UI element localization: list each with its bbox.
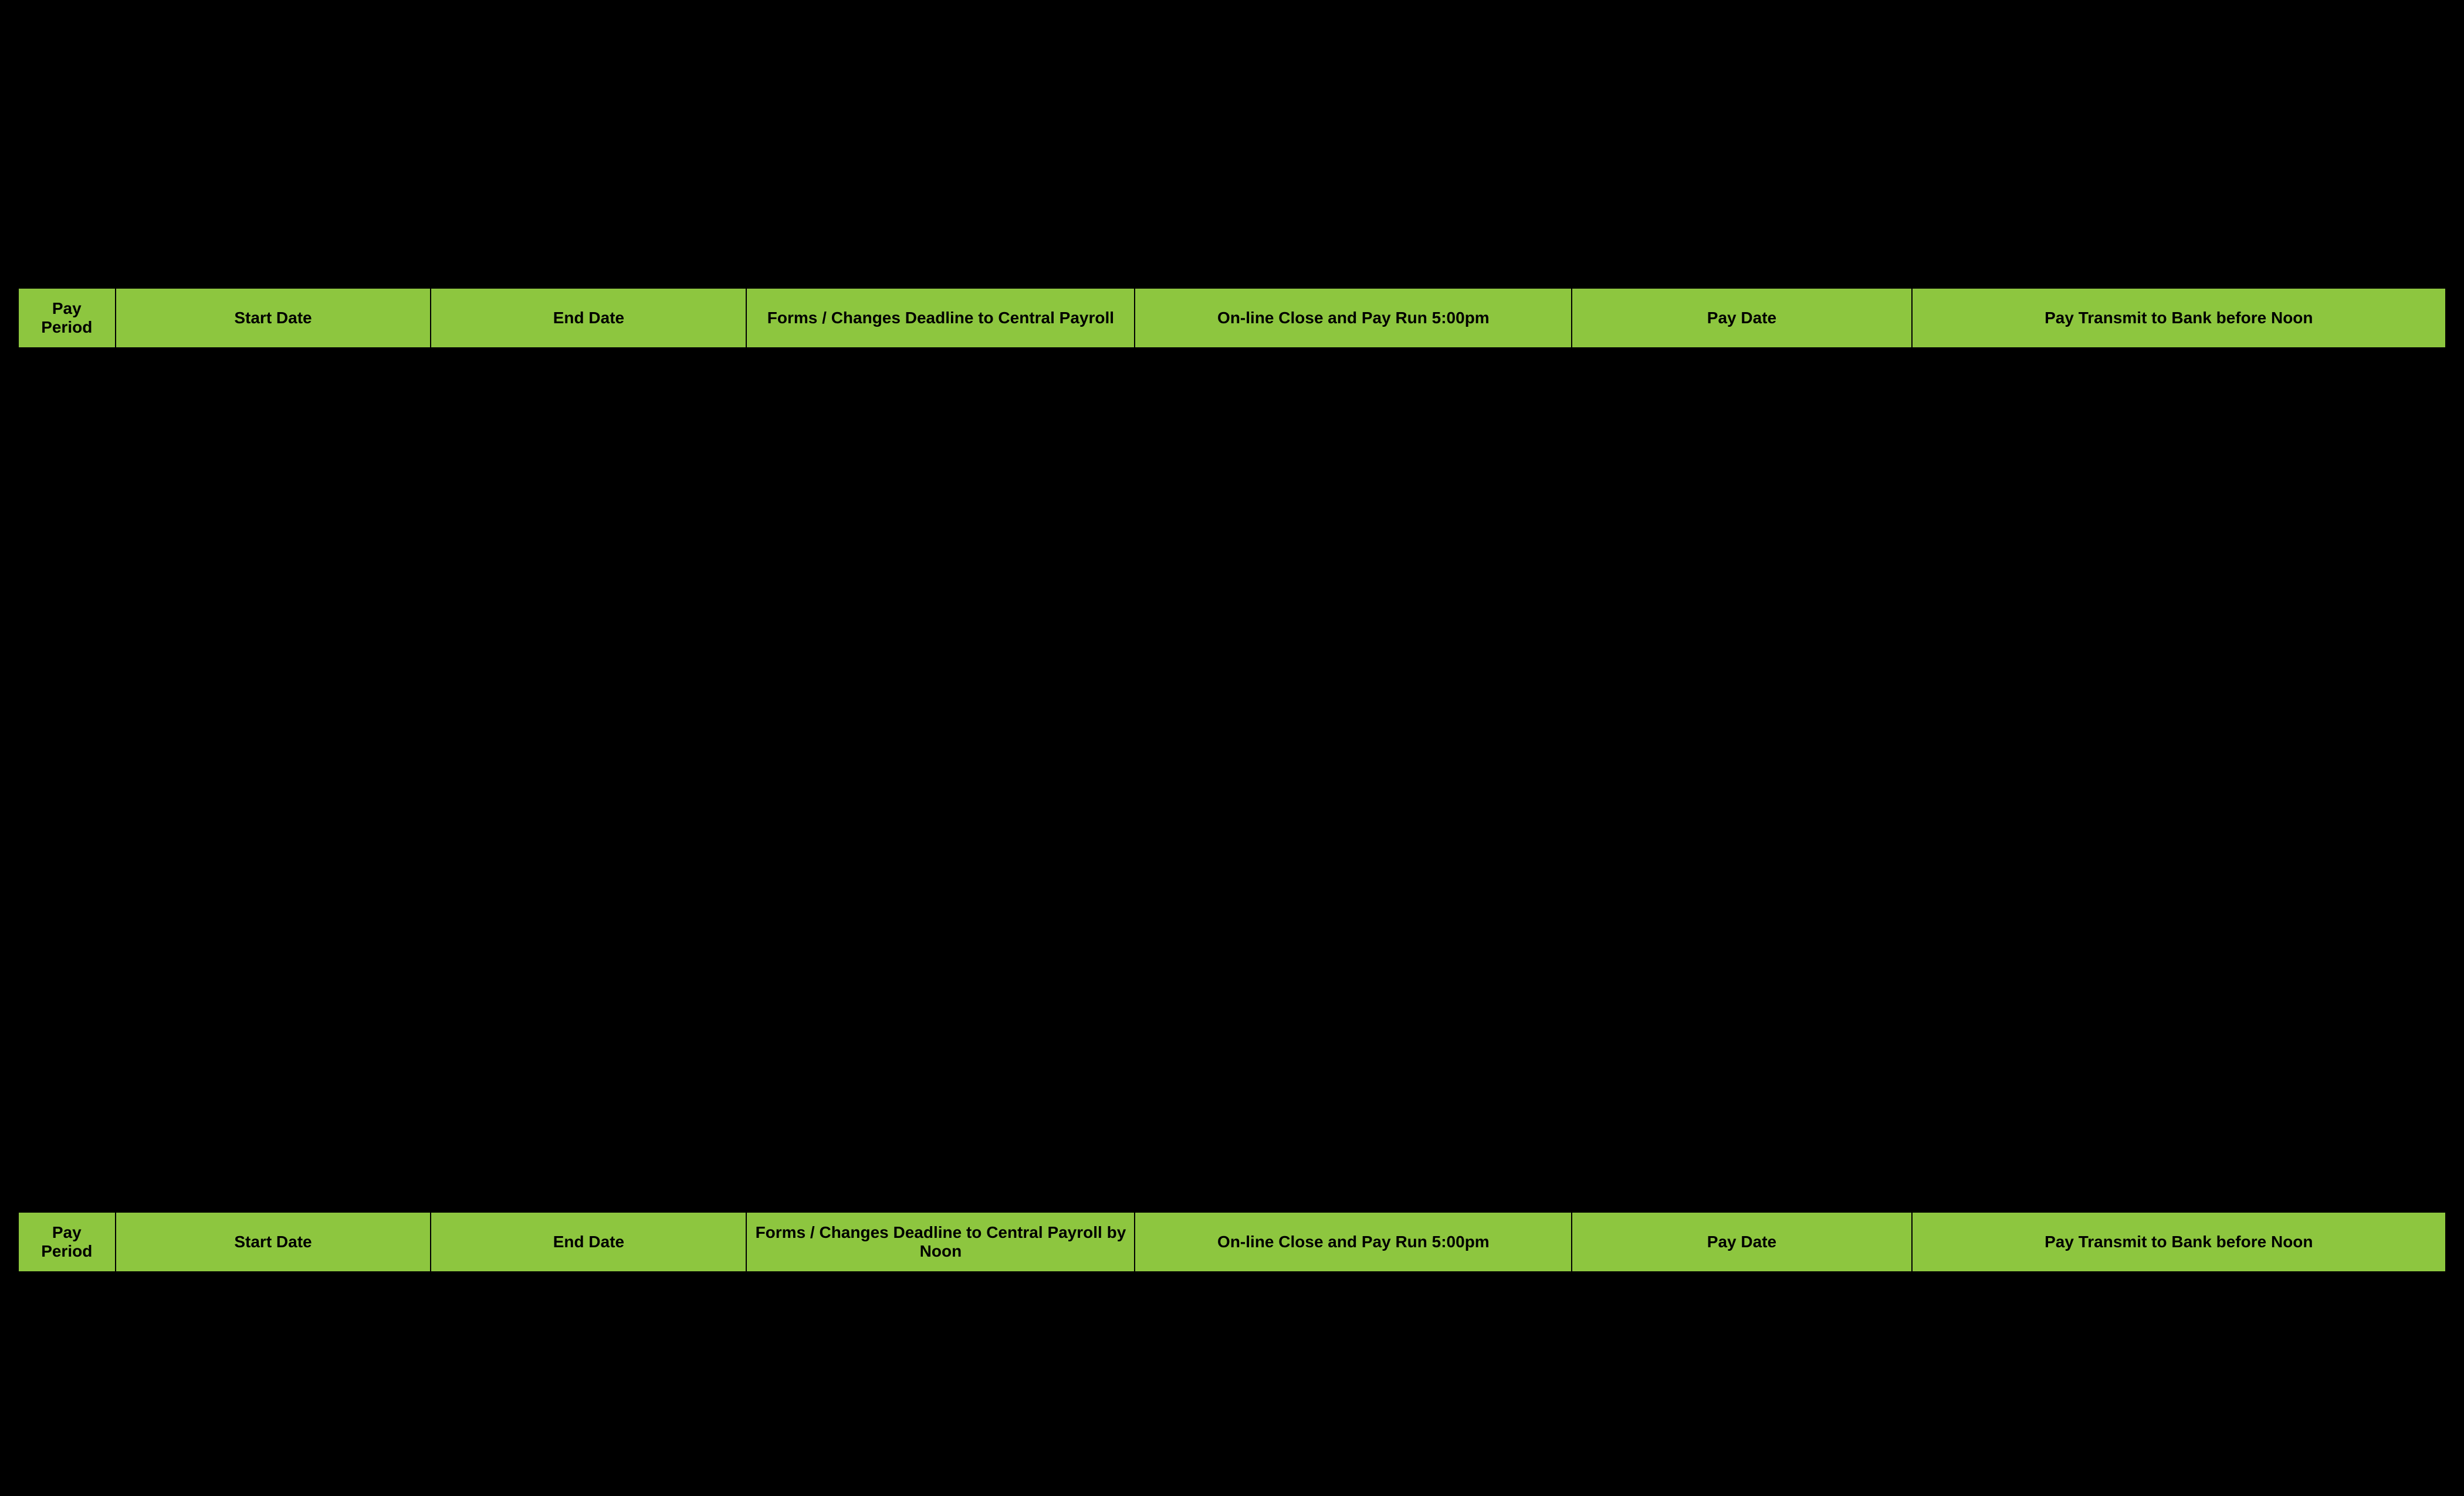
bottom-table-container: Pay Period Start Date End Date Forms / C… [18,1211,2446,1272]
top-col-pay-period: Pay Period [18,288,116,348]
bottom-col-transmit: Pay Transmit to Bank before Noon [1912,1212,2446,1272]
top-header-row: Pay Period Start Date End Date Forms / C… [18,288,2446,348]
top-col-start-date: Start Date [116,288,431,348]
bottom-col-start-date: Start Date [116,1212,431,1272]
bottom-col-forms-changes: Forms / Changes Deadline to Central Payr… [746,1212,1135,1272]
top-col-pay-date: Pay Date [1572,288,1911,348]
bottom-col-pay-date: Pay Date [1572,1212,1911,1272]
bottom-col-pay-period: Pay Period [18,1212,116,1272]
top-col-online-close: On-line Close and Pay Run 5:00pm [1135,288,1572,348]
top-payroll-table: Pay Period Start Date End Date Forms / C… [18,287,2446,348]
top-col-end-date: End Date [431,288,746,348]
top-table-container: Pay Period Start Date End Date Forms / C… [18,287,2446,348]
top-col-transmit: Pay Transmit to Bank before Noon [1912,288,2446,348]
bottom-header-row: Pay Period Start Date End Date Forms / C… [18,1212,2446,1272]
bottom-col-online-close: On-line Close and Pay Run 5:00pm [1135,1212,1572,1272]
bottom-payroll-table: Pay Period Start Date End Date Forms / C… [18,1211,2446,1272]
top-col-forms-changes: Forms / Changes Deadline to Central Payr… [746,288,1135,348]
bottom-col-end-date: End Date [431,1212,746,1272]
